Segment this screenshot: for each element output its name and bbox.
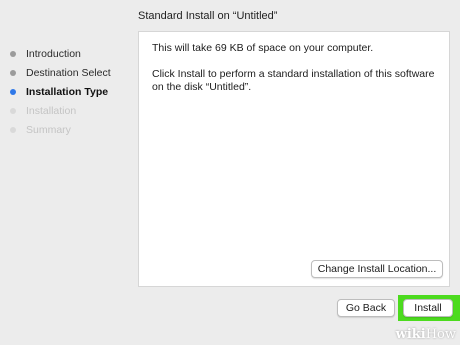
step-summary: Summary (10, 120, 135, 139)
window-title: Standard Install on “Untitled” (138, 10, 278, 22)
step-label: Installation (26, 104, 77, 117)
installer-steps-sidebar: Introduction Destination Select Installa… (10, 44, 135, 139)
step-bullet-icon (10, 88, 16, 95)
space-required-text: This will take 69 KB of space on your co… (152, 42, 374, 54)
step-label: Installation Type (26, 85, 109, 98)
step-bullet-icon (10, 50, 16, 57)
content-panel: This will take 69 KB of space on your co… (138, 31, 450, 287)
install-highlight-box: Install (398, 295, 460, 321)
step-bullet-icon (10, 126, 16, 133)
step-label: Destination Select (26, 66, 111, 79)
go-back-button[interactable]: Go Back (337, 299, 395, 317)
step-label: Summary (26, 123, 71, 136)
step-introduction: Introduction (10, 44, 135, 63)
step-destination-select: Destination Select (10, 63, 135, 82)
change-install-location-button[interactable]: Change Install Location... (311, 260, 443, 278)
install-instruction-text: Click Install to perform a standard inst… (152, 68, 435, 93)
step-installation: Installation (10, 101, 135, 120)
step-label: Introduction (26, 47, 81, 60)
wikihow-watermark: wikiHow (396, 327, 456, 342)
step-bullet-icon (10, 107, 16, 114)
step-bullet-icon (10, 69, 16, 76)
installer-window: Standard Install on “Untitled” Introduct… (0, 0, 460, 345)
step-installation-type: Installation Type (10, 82, 135, 101)
watermark-how: How (425, 327, 456, 342)
watermark-wiki: wiki (395, 327, 426, 342)
install-button[interactable]: Install (403, 299, 453, 317)
